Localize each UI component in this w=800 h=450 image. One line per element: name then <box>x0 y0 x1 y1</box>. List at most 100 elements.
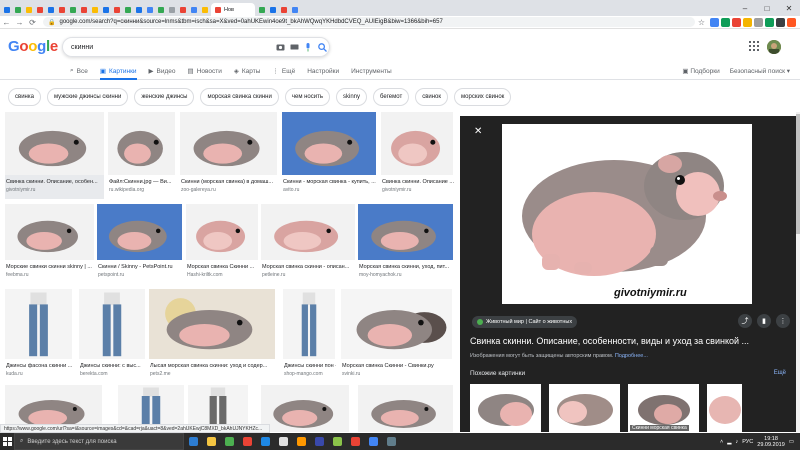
taskbar-app-icon[interactable] <box>202 433 220 450</box>
result-title[interactable]: Скинни - морская свинка - купить, ... <box>283 179 377 185</box>
result-title[interactable]: Джинсы скинни пон - ... <box>284 363 336 369</box>
result-thumbnail[interactable] <box>180 112 277 175</box>
result-title[interactable]: Морская свинка скинни - описан... <box>262 264 356 270</box>
image-result[interactable]: Джинсы скинни: с выс... berekta.com <box>79 289 145 383</box>
clock[interactable]: 19:18 29.09.2019 <box>757 436 785 448</box>
taskbar-app-icon[interactable] <box>184 433 202 450</box>
see-all-link[interactable]: Ещё <box>774 370 786 376</box>
extension-icon[interactable] <box>721 17 730 27</box>
result-title[interactable]: Файл:Скинни.jpg — Ви... <box>109 179 176 185</box>
close-icon[interactable]: ✕ <box>474 126 482 137</box>
browser-tab[interactable] <box>24 3 33 16</box>
tab-5[interactable]: ⋮ Ещё <box>272 67 295 76</box>
close-window-icon[interactable]: ✕ <box>778 0 800 16</box>
related-chip[interactable]: морских свинок <box>454 88 512 106</box>
result-thumbnail[interactable] <box>261 385 349 432</box>
result-thumbnail[interactable] <box>5 289 72 359</box>
scrollbar-thumb[interactable] <box>796 114 800 234</box>
related-chip[interactable]: свинка <box>8 88 41 106</box>
taskbar-search[interactable]: ⌕ Введите здесь текст для поиска <box>14 433 184 450</box>
tab-3[interactable]: ▤ Новости <box>188 67 222 76</box>
browser-tab[interactable] <box>123 3 132 16</box>
image-result[interactable] <box>261 385 349 432</box>
google-logo[interactable]: Google <box>8 38 58 55</box>
microphone-icon[interactable] <box>301 40 315 54</box>
browser-tab[interactable] <box>35 3 44 16</box>
browser-tab[interactable] <box>79 3 88 16</box>
extension-icon[interactable] <box>765 17 774 27</box>
taskbar-app-icon[interactable] <box>292 433 310 450</box>
image-result[interactable]: Морские свинки скинни skinny | ... feebma… <box>5 204 94 284</box>
tab-7[interactable]: Инструменты <box>351 67 392 75</box>
related-thumb[interactable]: Скинни морская свинка <box>628 384 699 432</box>
url-field[interactable]: 🔒 google.com/search?q=скинни&source=lnms… <box>43 17 695 27</box>
image-result[interactable]: Морская свинка скинни, уход, пит... moy-h… <box>358 204 453 284</box>
windows-start-icon[interactable] <box>0 433 14 450</box>
network-icon[interactable]: ▂ <box>727 439 731 445</box>
result-title[interactable]: Джинсы фасона скинни ... <box>6 363 73 369</box>
result-title[interactable]: Морская свинка Скинни - Свинки.ру <box>342 363 453 369</box>
tab-4[interactable]: ◈ Карты <box>234 67 261 76</box>
result-thumbnail[interactable] <box>358 385 453 432</box>
extension-icon[interactable] <box>787 17 796 27</box>
browser-tab[interactable] <box>167 3 176 16</box>
keyboard-icon[interactable] <box>287 40 301 54</box>
result-title[interactable]: Свинка скинни. Описание ... <box>382 179 454 185</box>
image-result[interactable]: Скинни (морская свинка) в домаш... zoo-ga… <box>180 112 277 199</box>
collections-link[interactable]: ▣ Подборки <box>682 67 719 75</box>
result-title[interactable]: Морские свинки скинни skinny | ... <box>6 264 95 270</box>
browser-tab[interactable] <box>101 3 110 16</box>
related-chip[interactable]: морская свинка скинни <box>200 88 279 106</box>
image-result[interactable]: Лысая морская свинка скинни: уход и соде… <box>149 289 275 383</box>
browser-tab[interactable] <box>2 3 11 16</box>
result-title[interactable]: Морская свинка скинни, уход, пит... <box>359 264 454 270</box>
result-thumbnail[interactable] <box>5 204 94 260</box>
result-thumbnail[interactable] <box>186 204 258 260</box>
browser-tab[interactable] <box>257 3 266 16</box>
result-thumbnail[interactable] <box>283 289 335 359</box>
share-icon[interactable]: ⤴ <box>738 314 752 328</box>
browser-tab[interactable]: Нов <box>211 3 255 16</box>
image-result[interactable]: Морская свинка скинни - описан... petlein… <box>261 204 355 284</box>
browser-tab[interactable] <box>112 3 121 16</box>
taskbar-app-icon[interactable] <box>328 433 346 450</box>
star-icon[interactable]: ☆ <box>698 18 705 27</box>
volume-icon[interactable]: ♪ <box>736 439 739 445</box>
browser-tab[interactable] <box>290 3 299 16</box>
search-input[interactable]: скинни <box>71 44 273 51</box>
related-chip[interactable]: чем носить <box>284 88 330 106</box>
image-result[interactable]: Джинсы фасона скинни ... kuda.ru <box>5 289 72 383</box>
result-title[interactable]: Морская свинка Скинни ... <box>187 264 259 270</box>
related-thumb[interactable] <box>470 384 541 432</box>
avatar[interactable] <box>767 40 781 54</box>
related-chip[interactable]: мужские джинсы скинни <box>46 88 129 106</box>
result-title[interactable]: Скинни / Skinny - PetsPoint.ru <box>98 264 183 270</box>
tab-6[interactable]: Настройки <box>307 67 339 75</box>
taskbar-app-icon[interactable] <box>238 433 256 450</box>
image-result[interactable]: Морская свинка Скинни - Свинки.ру svinki.… <box>341 289 452 383</box>
related-thumb[interactable] <box>549 384 620 432</box>
result-thumbnail[interactable] <box>282 112 376 175</box>
result-thumbnail[interactable] <box>97 204 182 260</box>
safesearch-link[interactable]: Безопасный поиск ▾ <box>730 67 790 75</box>
search-icon[interactable] <box>315 40 329 54</box>
browser-tab[interactable] <box>279 3 288 16</box>
browser-tab[interactable] <box>268 3 277 16</box>
forward-icon[interactable]: → <box>13 18 26 27</box>
result-thumbnail[interactable] <box>341 289 452 359</box>
taskbar-app-icon[interactable] <box>220 433 238 450</box>
apps-grid-icon[interactable] <box>749 41 759 51</box>
result-thumbnail[interactable] <box>381 112 453 175</box>
browser-tab[interactable] <box>134 3 143 16</box>
back-icon[interactable]: ← <box>0 18 13 27</box>
image-result[interactable]: Свинка скинни. Описание ... givotniymir.r… <box>381 112 454 199</box>
image-result[interactable]: Файл:Скинни.jpg — Ви... ru.wikipedia.org <box>108 112 175 199</box>
browser-tab[interactable] <box>57 3 66 16</box>
image-result[interactable]: Джинсы скинни пон - ... shop-mango.com <box>283 289 336 383</box>
related-chip[interactable]: бегемот <box>373 88 410 106</box>
image-result[interactable]: Скинни - морская свинка - купить, ... avi… <box>282 112 376 199</box>
camera-icon[interactable] <box>273 40 287 54</box>
result-title[interactable]: Лысая морская свинка скинни: уход и соде… <box>150 363 276 369</box>
result-thumbnail[interactable] <box>5 112 104 175</box>
extension-icon[interactable] <box>743 17 752 27</box>
